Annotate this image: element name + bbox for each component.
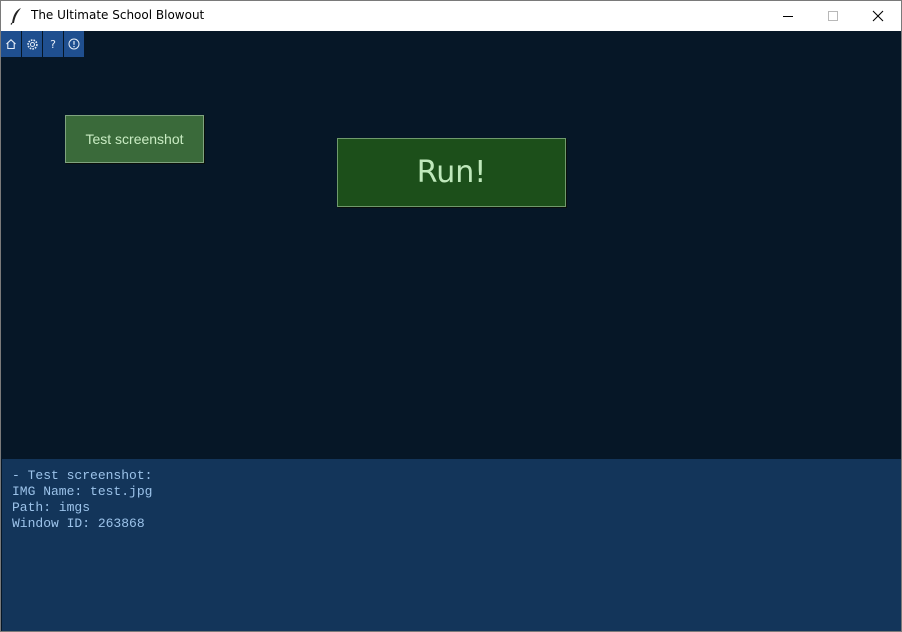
maximize-icon (828, 11, 838, 21)
main-area: Test screenshot Run! (2, 57, 901, 459)
maximize-button[interactable] (810, 1, 856, 31)
home-button[interactable] (1, 31, 22, 57)
info-icon (68, 38, 80, 50)
close-button[interactable] (855, 1, 901, 31)
title-bar[interactable]: The Ultimate School Blowout (1, 1, 901, 31)
test-screenshot-label: Test screenshot (85, 131, 184, 147)
help-icon: ? (50, 37, 56, 51)
feather-icon (9, 7, 25, 25)
run-label: Run! (416, 155, 487, 190)
minimize-button[interactable] (765, 1, 811, 31)
settings-button[interactable] (22, 31, 43, 57)
close-icon (872, 10, 884, 22)
window-title: The Ultimate School Blowout (31, 8, 205, 22)
log-line: IMG Name: test.jpg (12, 484, 153, 499)
run-button[interactable]: Run! (337, 138, 566, 207)
minimize-icon (783, 16, 793, 17)
toolbar: ? (1, 31, 85, 57)
log-line: - Test screenshot: (12, 468, 153, 483)
home-icon (6, 39, 16, 50)
test-screenshot-button[interactable]: Test screenshot (65, 115, 204, 163)
info-button[interactable] (64, 31, 85, 57)
log-line: Window ID: 263868 (12, 516, 145, 531)
log-line: Path: imgs (12, 500, 91, 515)
app-window: The Ultimate School Blowout ? Test scree… (0, 0, 902, 632)
gear-icon (26, 38, 38, 50)
log-panel[interactable]: - Test screenshot: IMG Name: test.jpg Pa… (2, 459, 901, 631)
help-button[interactable]: ? (43, 31, 64, 57)
